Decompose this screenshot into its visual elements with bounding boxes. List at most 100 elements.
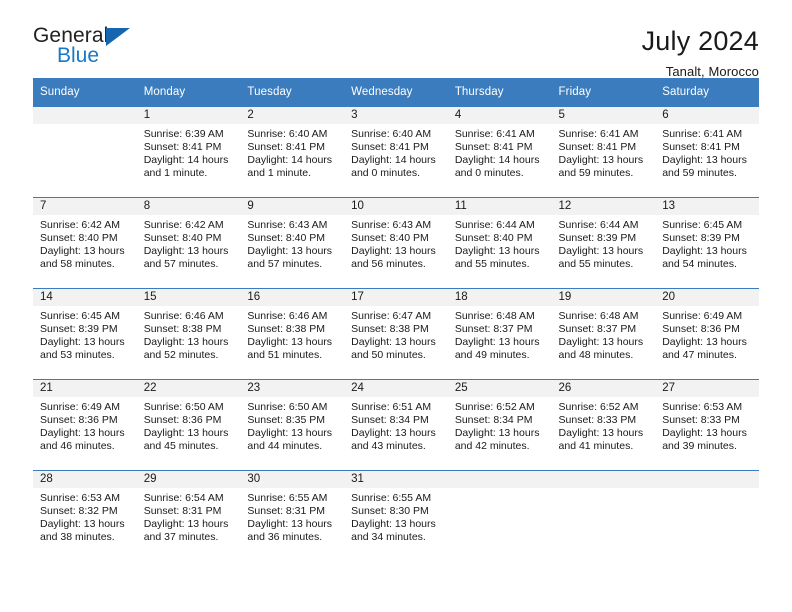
calendar-day-cell[interactable]: 16 Sunrise: 6:46 AM Sunset: 8:38 PM Dayligh… — [240, 288, 345, 380]
day-details: Sunrise: 6:45 AM Sunset: 8:39 PM Daylight:… — [33, 306, 137, 362]
calendar-day-cell-empty — [447, 470, 552, 561]
calendar-day-cell[interactable]: 25 Sunrise: 6:52 AM Sunset: 8:34 PM Dayligh… — [447, 379, 552, 471]
day-number: 6 — [655, 107, 759, 124]
calendar-week-row: 21 Sunrise: 6:49 AM Sunset: 8:36 PM Dayligh… — [33, 379, 759, 471]
day-number: 5 — [551, 107, 656, 124]
calendar-day-cell[interactable]: 23 Sunrise: 6:50 AM Sunset: 8:35 PM Dayligh… — [240, 379, 345, 471]
calendar-day-cell[interactable]: 7 Sunrise: 6:42 AM Sunset: 8:40 PM Daylight… — [33, 197, 137, 289]
sunset-text: Sunset: 8:35 PM — [247, 414, 326, 427]
sunset-text: Sunset: 8:41 PM — [454, 141, 533, 154]
daylight-text: Daylight: 13 hours and 47 minutes. — [662, 336, 747, 362]
day-details: Sunrise: 6:50 AM Sunset: 8:36 PM Daylight:… — [137, 397, 241, 453]
daylight-text: Daylight: 13 hours and 39 minutes. — [662, 427, 747, 453]
day-number — [551, 471, 656, 488]
day-details: Sunrise: 6:43 AM Sunset: 8:40 PM Daylight:… — [240, 215, 344, 271]
day-number: 21 — [33, 380, 137, 397]
calendar-day-cell[interactable]: 1 Sunrise: 6:39 AM Sunset: 8:41 PM Daylight… — [136, 106, 241, 198]
calendar-day-cell[interactable]: 19 Sunrise: 6:48 AM Sunset: 8:37 PM Dayligh… — [551, 288, 656, 380]
calendar-day-cell[interactable]: 30 Sunrise: 6:55 AM Sunset: 8:31 PM Dayligh… — [240, 470, 345, 561]
page-subtitle: Tanalt, Morocco — [665, 64, 759, 80]
day-details: Sunrise: 6:53 AM Sunset: 8:33 PM Daylight:… — [655, 397, 759, 453]
day-number: 8 — [136, 198, 241, 215]
calendar-day-cell[interactable]: 27 Sunrise: 6:53 AM Sunset: 8:33 PM Dayligh… — [655, 379, 759, 471]
daylight-text: Daylight: 13 hours and 58 minutes. — [40, 245, 125, 271]
sunset-text: Sunset: 8:33 PM — [662, 414, 740, 427]
day-details: Sunrise: 6:40 AM Sunset: 8:41 PM Daylight:… — [240, 124, 344, 180]
daylight-text: Daylight: 13 hours and 51 minutes. — [247, 336, 333, 362]
sunrise-text: Sunrise: 6:40 AM — [247, 128, 328, 140]
sunrise-text: Sunrise: 6:55 AM — [247, 492, 328, 504]
day-number: 25 — [447, 380, 552, 397]
calendar-day-cell[interactable]: 22 Sunrise: 6:50 AM Sunset: 8:36 PM Dayligh… — [136, 379, 241, 471]
calendar-day-cell[interactable]: 8 Sunrise: 6:42 AM Sunset: 8:40 PM Daylight… — [136, 197, 241, 289]
day-details: Sunrise: 6:41 AM Sunset: 8:41 PM Daylight:… — [552, 124, 656, 180]
calendar-day-cell[interactable]: 9 Sunrise: 6:43 AM Sunset: 8:40 PM Daylight… — [240, 197, 345, 289]
calendar-day-cell[interactable]: 13 Sunrise: 6:45 AM Sunset: 8:39 PM Dayligh… — [655, 197, 759, 289]
sunrise-text: Sunrise: 6:51 AM — [351, 401, 432, 413]
calendar-day-cell[interactable]: 26 Sunrise: 6:52 AM Sunset: 8:33 PM Dayligh… — [551, 379, 656, 471]
daylight-text: Daylight: 13 hours and 41 minutes. — [558, 427, 644, 453]
calendar-day-cell[interactable]: 28 Sunrise: 6:53 AM Sunset: 8:32 PM Dayligh… — [33, 470, 137, 561]
day-number: 15 — [136, 289, 241, 306]
daylight-text: Daylight: 13 hours and 59 minutes. — [558, 154, 644, 180]
daylight-text: Daylight: 13 hours and 56 minutes. — [351, 245, 436, 271]
page-header: General Blue July 2024 Tanalt, Morocco — [33, 0, 759, 79]
calendar-day-cell[interactable]: 24 Sunrise: 6:51 AM Sunset: 8:34 PM Dayligh… — [344, 379, 448, 471]
weekday-header-sunday: Sunday — [33, 78, 137, 107]
calendar-day-cell[interactable]: 3 Sunrise: 6:40 AM Sunset: 8:41 PM Daylight… — [344, 106, 448, 198]
daylight-text: Daylight: 13 hours and 53 minutes. — [40, 336, 125, 362]
day-details: Sunrise: 6:42 AM Sunset: 8:40 PM Daylight:… — [137, 215, 241, 271]
calendar-day-cell[interactable]: 6 Sunrise: 6:41 AM Sunset: 8:41 PM Daylight… — [655, 106, 759, 198]
sunset-text: Sunset: 8:30 PM — [351, 505, 429, 518]
day-details: Sunrise: 6:48 AM Sunset: 8:37 PM Daylight:… — [448, 306, 552, 362]
sunset-text: Sunset: 8:31 PM — [143, 505, 222, 518]
generalblue-logo[interactable]: General Blue — [33, 24, 153, 72]
weekday-header-row: Sunday Monday Tuesday Wednesday Thursday… — [33, 78, 759, 107]
sunrise-text: Sunrise: 6:41 AM — [558, 128, 639, 140]
sunrise-text: Sunrise: 6:50 AM — [143, 401, 224, 413]
calendar-day-cell[interactable]: 10 Sunrise: 6:43 AM Sunset: 8:40 PM Dayligh… — [344, 197, 448, 289]
calendar-day-cell[interactable]: 2 Sunrise: 6:40 AM Sunset: 8:41 PM Daylight… — [240, 106, 345, 198]
sunset-text: Sunset: 8:40 PM — [247, 232, 326, 245]
daylight-text: Daylight: 13 hours and 57 minutes. — [247, 245, 333, 271]
day-details: Sunrise: 6:55 AM Sunset: 8:31 PM Daylight:… — [240, 488, 344, 544]
day-number: 13 — [655, 198, 759, 215]
sunrise-text: Sunrise: 6:39 AM — [143, 128, 224, 140]
logo-text-blue: Blue — [57, 44, 100, 67]
day-number: 3 — [344, 107, 448, 124]
weekday-header-friday: Friday — [551, 78, 656, 107]
sunset-text: Sunset: 8:40 PM — [40, 232, 118, 245]
calendar-day-cell[interactable]: 4 Sunrise: 6:41 AM Sunset: 8:41 PM Daylight… — [447, 106, 552, 198]
title-block: July 2024 Tanalt, Morocco — [642, 24, 759, 79]
calendar-day-cell[interactable]: 21 Sunrise: 6:49 AM Sunset: 8:36 PM Dayligh… — [33, 379, 137, 471]
sunrise-text: Sunrise: 6:45 AM — [40, 310, 120, 322]
calendar-day-cell[interactable]: 15 Sunrise: 6:46 AM Sunset: 8:38 PM Dayligh… — [136, 288, 241, 380]
sunrise-text: Sunrise: 6:46 AM — [143, 310, 224, 322]
sunrise-text: Sunrise: 6:54 AM — [143, 492, 224, 504]
sunrise-text: Sunrise: 6:44 AM — [454, 219, 535, 231]
calendar-day-cell[interactable]: 11 Sunrise: 6:44 AM Sunset: 8:40 PM Dayligh… — [447, 197, 552, 289]
sunset-text: Sunset: 8:38 PM — [247, 323, 326, 336]
calendar-day-cell[interactable]: 20 Sunrise: 6:49 AM Sunset: 8:36 PM Dayligh… — [655, 288, 759, 380]
calendar-day-cell-empty — [655, 470, 759, 561]
calendar-day-cell[interactable]: 12 Sunrise: 6:44 AM Sunset: 8:39 PM Dayligh… — [551, 197, 656, 289]
day-details: Sunrise: 6:46 AM Sunset: 8:38 PM Daylight:… — [240, 306, 344, 362]
sunset-text: Sunset: 8:34 PM — [351, 414, 429, 427]
calendar-day-cell[interactable]: 31 Sunrise: 6:55 AM Sunset: 8:30 PM Dayligh… — [344, 470, 448, 561]
daylight-text: Daylight: 13 hours and 42 minutes. — [454, 427, 540, 453]
calendar-day-cell[interactable]: 29 Sunrise: 6:54 AM Sunset: 8:31 PM Dayligh… — [136, 470, 241, 561]
day-number: 7 — [33, 198, 137, 215]
sunset-text: Sunset: 8:40 PM — [454, 232, 533, 245]
sunrise-text: Sunrise: 6:47 AM — [351, 310, 432, 322]
sunrise-text: Sunrise: 6:52 AM — [558, 401, 639, 413]
calendar-day-cell[interactable]: 14 Sunrise: 6:45 AM Sunset: 8:39 PM Dayligh… — [33, 288, 137, 380]
daylight-text: Daylight: 13 hours and 57 minutes. — [143, 245, 229, 271]
day-number: 22 — [136, 380, 241, 397]
weekday-header-saturday: Saturday — [655, 78, 759, 107]
sunset-text: Sunset: 8:36 PM — [662, 323, 740, 336]
daylight-text: Daylight: 13 hours and 54 minutes. — [662, 245, 747, 271]
calendar-day-cell[interactable]: 18 Sunrise: 6:48 AM Sunset: 8:37 PM Dayligh… — [447, 288, 552, 380]
day-details: Sunrise: 6:43 AM Sunset: 8:40 PM Daylight:… — [344, 215, 448, 271]
calendar-day-cell[interactable]: 5 Sunrise: 6:41 AM Sunset: 8:41 PM Daylight… — [551, 106, 656, 198]
calendar-day-cell[interactable]: 17 Sunrise: 6:47 AM Sunset: 8:38 PM Dayligh… — [344, 288, 448, 380]
